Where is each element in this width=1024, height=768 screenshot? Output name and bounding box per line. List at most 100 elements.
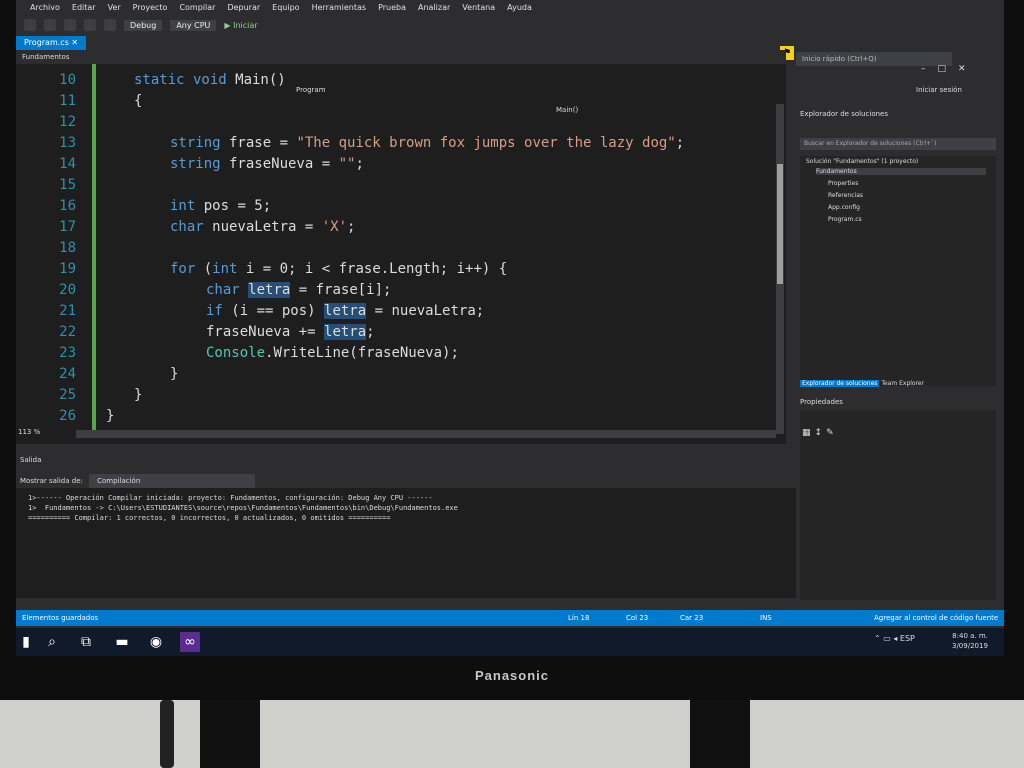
status-line: Lín 18 (568, 614, 590, 622)
editor-horizontal-scrollbar[interactable] (76, 430, 776, 438)
editor-scroll-thumb[interactable] (777, 164, 783, 284)
solution-tree: Solución "Fundamentos" (1 proyecto) Fund… (800, 156, 996, 386)
code-line-14: string fraseNueva = ""; (170, 156, 364, 172)
tab-solution-explorer[interactable]: Explorador de soluciones (800, 380, 880, 387)
clock-date: 3/09/2019 (952, 642, 988, 650)
code-line-24: } (170, 366, 179, 382)
sign-in-link[interactable]: Iniciar sesión (916, 86, 962, 94)
restore-icon[interactable]: □ (938, 64, 947, 74)
save-icon[interactable] (84, 19, 96, 31)
chrome-icon[interactable]: ◉ (146, 632, 166, 652)
undo-icon[interactable] (104, 19, 116, 31)
new-file-icon[interactable] (64, 19, 76, 31)
document-tabs: Program.cs ✕ (16, 36, 776, 50)
wrench-icon[interactable]: ✎ (826, 428, 834, 438)
solution-tabs: Explorador de soluciones Team Explorer (800, 380, 996, 390)
output-source-select[interactable]: Compilación (89, 474, 256, 488)
code-line-25: } (134, 387, 143, 403)
line-number: 23 (59, 345, 76, 361)
code-line-21: if (i == pos) letra = nuevaLetra; (206, 303, 485, 319)
line-number: 22 (59, 324, 76, 340)
solution-explorer-title: Explorador de soluciones (800, 110, 888, 118)
tab-team-explorer[interactable]: Team Explorer (881, 380, 924, 387)
zoom-level[interactable]: 113 % (18, 428, 40, 436)
source-control-button[interactable]: Agregar al control de código fuente (874, 610, 998, 626)
menu-depurar[interactable]: Depurar (227, 3, 260, 12)
nav-type[interactable]: Program (296, 86, 326, 94)
menu-editar[interactable]: Editar (72, 3, 96, 12)
file-explorer-icon[interactable]: ▬ (112, 632, 132, 652)
tree-node-project[interactable]: Fundamentos (816, 168, 986, 175)
monitor-brand: Panasonic (474, 668, 550, 683)
solution-search-input[interactable]: Buscar en Explorador de soluciones (Ctrl… (800, 138, 996, 150)
line-number: 11 (59, 93, 76, 109)
alphabetical-icon[interactable]: ↕ (815, 428, 823, 438)
menu-equipo[interactable]: Equipo (272, 3, 299, 12)
properties-title: Propiedades (800, 398, 843, 406)
forward-icon[interactable] (44, 19, 56, 31)
nav-project[interactable]: Fundamentos (22, 50, 70, 64)
code-editor[interactable]: 10 11 12 13 14 15 16 17 18 19 20 21 22 2… (16, 64, 786, 444)
line-number: 24 (59, 366, 76, 382)
line-number: 17 (59, 219, 76, 235)
line-number: 16 (59, 198, 76, 214)
menu-ver[interactable]: Ver (108, 3, 121, 12)
start-button[interactable]: ▶ Iniciar (224, 21, 257, 30)
monitor-stand-left (200, 690, 260, 768)
status-char: Car 23 (680, 614, 704, 622)
output-pane[interactable]: 1>------ Operación Compilar iniciada: pr… (16, 488, 796, 598)
line-number: 14 (59, 156, 76, 172)
tree-node-solution[interactable]: Solución "Fundamentos" (1 proyecto) (806, 158, 918, 165)
line-number: 18 (59, 240, 76, 256)
line-number: 15 (59, 177, 76, 193)
line-number: 26 (59, 408, 76, 424)
code-line-22: fraseNueva += letra; (206, 324, 375, 340)
properties-toolbar: ▦ ↕ ✎ (802, 428, 834, 438)
code-line-13: string frase = "The quick brown fox jump… (170, 135, 685, 151)
menu-ayuda[interactable]: Ayuda (507, 3, 532, 12)
menu-compilar[interactable]: Compilar (179, 3, 215, 12)
tree-node-program-cs[interactable]: Program.cs (828, 216, 862, 223)
start-icon[interactable]: ▮ (16, 632, 36, 652)
line-number: 13 (59, 135, 76, 151)
platform-dropdown[interactable]: Any CPU (170, 19, 217, 31)
clock-time: 8:40 a. m. (952, 632, 988, 640)
monitor-stand-right (690, 690, 750, 768)
status-bar: Elementos guardados Lín 18 Col 23 Car 23… (16, 610, 1004, 626)
task-view-icon[interactable]: ⧉ (76, 632, 96, 652)
minimize-icon[interactable]: – (921, 64, 926, 74)
code-line-15: int pos = 5; (170, 198, 272, 214)
cable (160, 700, 174, 768)
nav-member[interactable]: Main() (556, 106, 578, 114)
visual-studio-icon[interactable]: ∞ (180, 632, 200, 652)
line-number: 10 (59, 72, 76, 88)
output-title: Salida (20, 456, 42, 464)
categorized-icon[interactable]: ▦ (802, 428, 811, 438)
tree-node-properties[interactable]: Properties (828, 180, 858, 187)
config-dropdown[interactable]: Debug (124, 19, 163, 31)
line-number: 19 (59, 261, 76, 277)
menu-analizar[interactable]: Analizar (418, 3, 450, 12)
tab-program-cs[interactable]: Program.cs ✕ (16, 36, 87, 50)
change-tracking-bar (92, 64, 96, 434)
status-ins: INS (760, 614, 772, 622)
menu-ventana[interactable]: Ventana (462, 3, 495, 12)
line-number: 12 (59, 114, 76, 130)
back-icon[interactable] (24, 19, 36, 31)
output-toolbar: Mostrar salida de: Compilación (16, 474, 806, 488)
code-line-19: for (int i = 0; i < frase.Length; i++) { (170, 261, 508, 277)
close-icon[interactable]: ✕ (958, 64, 966, 74)
code-line-11: { (134, 93, 143, 109)
code-line-23: Console.WriteLine(fraseNueva); (206, 345, 459, 361)
output-line: 1> Fundamentos -> C:\Users\ESTUDIANTES\s… (28, 504, 458, 512)
tray-language[interactable]: ESP (900, 634, 915, 643)
search-icon[interactable]: ⌕ (42, 632, 62, 652)
menu-herramientas[interactable]: Herramientas (312, 3, 367, 12)
tree-node-references[interactable]: Referencias (828, 192, 863, 199)
menu-proyecto[interactable]: Proyecto (133, 3, 168, 12)
menu-archivo[interactable]: Archivo (30, 3, 60, 12)
window-controls: – □ ✕ (921, 64, 966, 74)
clock[interactable]: 8:40 a. m. 3/09/2019 (952, 631, 988, 651)
tree-node-app-config[interactable]: App.config (828, 204, 860, 211)
menu-prueba[interactable]: Prueba (378, 3, 406, 12)
